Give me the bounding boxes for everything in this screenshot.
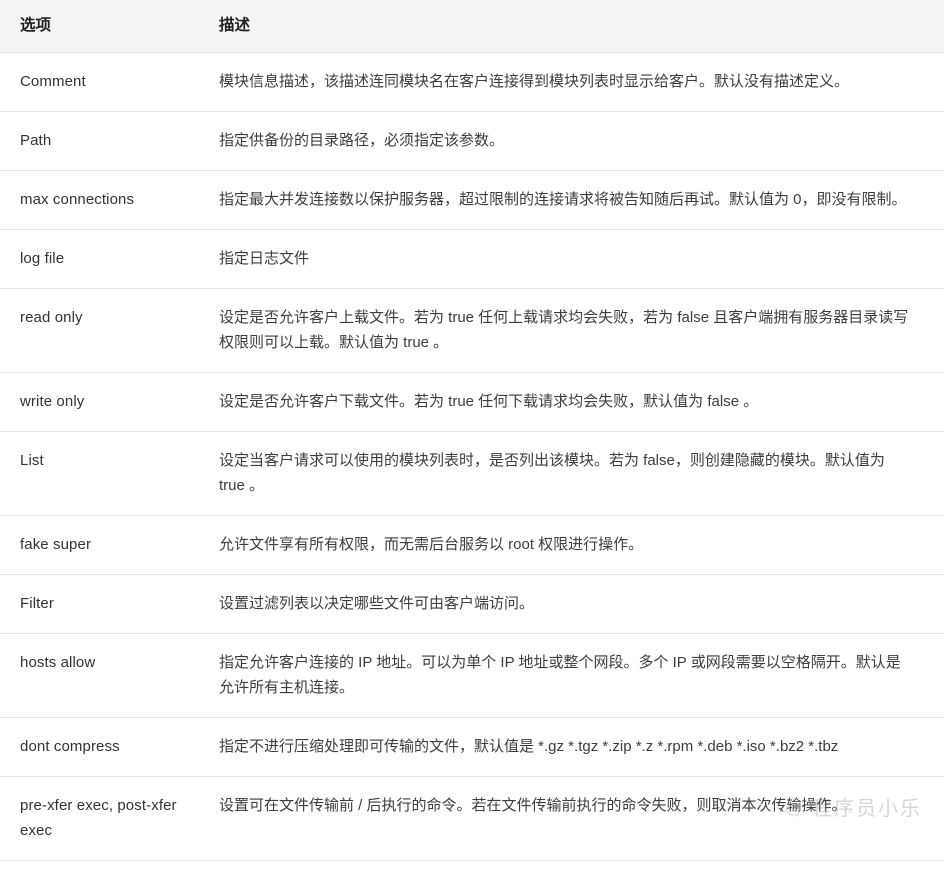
option-description-cell: 设置过滤列表以决定哪些文件可由客户端访问。 bbox=[195, 575, 944, 634]
option-name-cell: max connections bbox=[0, 171, 195, 230]
table-header: 选项 描述 bbox=[0, 0, 944, 53]
table-row: read only 设定是否允许客户上载文件。若为 true 任何上载请求均会失… bbox=[0, 289, 944, 373]
column-header-option: 选项 bbox=[0, 0, 195, 53]
table-row: List 设定当客户请求可以使用的模块列表时，是否列出该模块。若为 false，… bbox=[0, 432, 944, 516]
table-row: max connections 指定最大并发连接数以保护服务器，超过限制的连接请… bbox=[0, 171, 944, 230]
column-header-description: 描述 bbox=[195, 0, 944, 53]
table-body: Comment 模块信息描述，该描述连同模块名在客户连接得到模块列表时显示给客户… bbox=[0, 53, 944, 891]
table-row: Comment 模块信息描述，该描述连同模块名在客户连接得到模块列表时显示给客户… bbox=[0, 53, 944, 112]
table-row: log file 指定日志文件 bbox=[0, 230, 944, 289]
option-name-cell: fake super bbox=[0, 516, 195, 575]
option-description-cell: 设置可在文件传输前 / 后执行的命令。若在文件传输前执行的命令失败，则取消本次传… bbox=[195, 777, 944, 861]
option-description-cell: 设定当客户请求可以使用的模块列表时，是否列出该模块。若为 false，则创建隐藏… bbox=[195, 432, 944, 516]
option-description-cell: 设定是否允许客户上载文件。若为 true 任何上载请求均会失败，若为 false… bbox=[195, 289, 944, 373]
option-name-cell: Path bbox=[0, 112, 195, 171]
option-name-cell: dont compress bbox=[0, 718, 195, 777]
option-description-cell: 指定日志文件 bbox=[195, 230, 944, 289]
table-row: write only 设定是否允许客户下载文件。若为 true 任何下载请求均会… bbox=[0, 373, 944, 432]
table-row: pre-xfer exec, post-xfer exec 设置可在文件传输前 … bbox=[0, 777, 944, 861]
option-name-cell: log file bbox=[0, 230, 195, 289]
option-description-cell: 设定是否允许客户下载文件。若为 true 任何下载请求均会失败，默认值为 fal… bbox=[195, 373, 944, 432]
option-name-cell: pre-xfer exec, post-xfer exec bbox=[0, 777, 195, 861]
option-name-cell-empty bbox=[0, 861, 195, 891]
table-row: Filter 设置过滤列表以决定哪些文件可由客户端访问。 bbox=[0, 575, 944, 634]
table-row: fake super 允许文件享有所有权限，而无需后台服务以 root 权限进行… bbox=[0, 516, 944, 575]
option-name-cell: Filter bbox=[0, 575, 195, 634]
option-description-cell: 指定允许客户连接的 IP 地址。可以为单个 IP 地址或整个网段。多个 IP 或… bbox=[195, 634, 944, 718]
table-row: dont compress 指定不进行压缩处理即可传输的文件，默认值是 *.gz… bbox=[0, 718, 944, 777]
option-name-cell: read only bbox=[0, 289, 195, 373]
options-table-container: 选项 描述 Comment 模块信息描述，该描述连同模块名在客户连接得到模块列表… bbox=[0, 0, 944, 851]
option-description-cell-empty bbox=[195, 861, 944, 891]
option-description-cell: 模块信息描述，该描述连同模块名在客户连接得到模块列表时显示给客户。默认没有描述定… bbox=[195, 53, 944, 112]
table-row: Path 指定供备份的目录路径，必须指定该参数。 bbox=[0, 112, 944, 171]
option-description-cell: 指定供备份的目录路径，必须指定该参数。 bbox=[195, 112, 944, 171]
table-row: hosts allow 指定允许客户连接的 IP 地址。可以为单个 IP 地址或… bbox=[0, 634, 944, 718]
option-name-cell: List bbox=[0, 432, 195, 516]
option-description-cell: 指定不进行压缩处理即可传输的文件，默认值是 *.gz *.tgz *.zip *… bbox=[195, 718, 944, 777]
rsync-options-table: 选项 描述 Comment 模块信息描述，该描述连同模块名在客户连接得到模块列表… bbox=[0, 0, 944, 891]
table-header-row: 选项 描述 bbox=[0, 0, 944, 53]
option-description-cell: 指定最大并发连接数以保护服务器，超过限制的连接请求将被告知随后再试。默认值为 0… bbox=[195, 171, 944, 230]
option-description-cell: 允许文件享有所有权限，而无需后台服务以 root 权限进行操作。 bbox=[195, 516, 944, 575]
option-name-cell: hosts allow bbox=[0, 634, 195, 718]
table-row-partial bbox=[0, 861, 944, 891]
option-name-cell: write only bbox=[0, 373, 195, 432]
option-name-cell: Comment bbox=[0, 53, 195, 112]
